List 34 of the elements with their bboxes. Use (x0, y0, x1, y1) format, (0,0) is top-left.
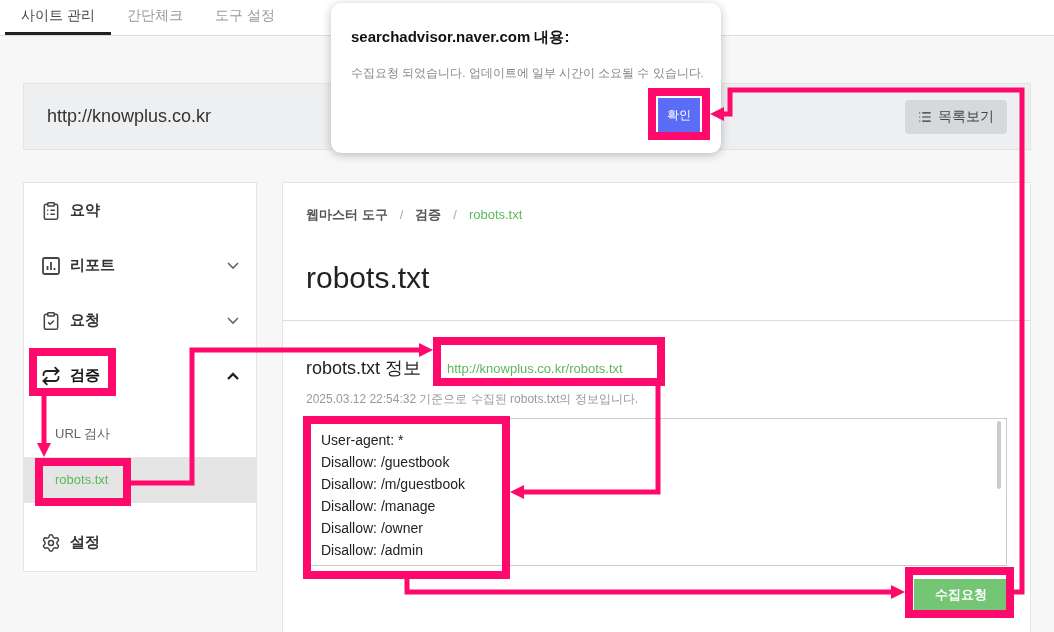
robots-line: Disallow: /admin (321, 541, 423, 560)
annotation-box (648, 88, 710, 140)
breadcrumb-item[interactable]: 검증 (415, 205, 442, 225)
breadcrumb-separator: / (453, 206, 457, 224)
robots-line: Disallow: /m/guestbook (321, 475, 465, 494)
collected-note: 2025.03.12 22:54:32 기준으로 수집된 robots.txt의 정보입니다. (306, 391, 640, 408)
sidebar-item[interactable]: 요약 (24, 183, 256, 238)
dialog-title: searchadvisor.naver.com 내용: (351, 27, 571, 47)
list-button[interactable]: 목록보기 (905, 99, 1007, 134)
scrollbar-thumb (997, 421, 1001, 489)
clipboard-check-icon (41, 310, 61, 331)
annotation-arrow (37, 396, 51, 457)
nav-tab[interactable]: 사이트 관리 (5, 0, 111, 35)
robots-line: Disallow: /guestbook (321, 453, 450, 472)
ok-button[interactable]: 확인 (658, 97, 700, 132)
clipboard-icon (41, 200, 61, 221)
breadcrumb-separator: / (399, 206, 404, 224)
sidebar-item[interactable]: 요청 (24, 293, 256, 348)
site-url: http://knowplus.co.kr (47, 105, 212, 128)
robots-line: Disallow: /owner (321, 519, 423, 538)
breadcrumb-item[interactable]: 웹마스터 도구 (306, 205, 388, 225)
list-icon (918, 109, 932, 124)
repeat-icon (41, 365, 61, 386)
sidebar-item[interactable]: 설정 (24, 515, 256, 570)
bar-chart-icon (41, 255, 61, 276)
page-title: robots.txt (306, 259, 431, 296)
robots-line: Disallow: /manage (321, 497, 436, 516)
settings-icon (41, 532, 61, 553)
robots-line: User-agent: * (321, 431, 404, 450)
submenu-item[interactable]: URL 검사 (24, 411, 256, 457)
sidebar-item[interactable]: 검증 (24, 348, 256, 403)
section-heading: robots.txt 정보 (306, 357, 422, 380)
dialog-message: 수집요청 되었습니다. 업데이트에 일부 시간이 소요될 수 있습니다. (351, 65, 701, 81)
sidebar-item[interactable]: 리포트 (24, 238, 256, 293)
